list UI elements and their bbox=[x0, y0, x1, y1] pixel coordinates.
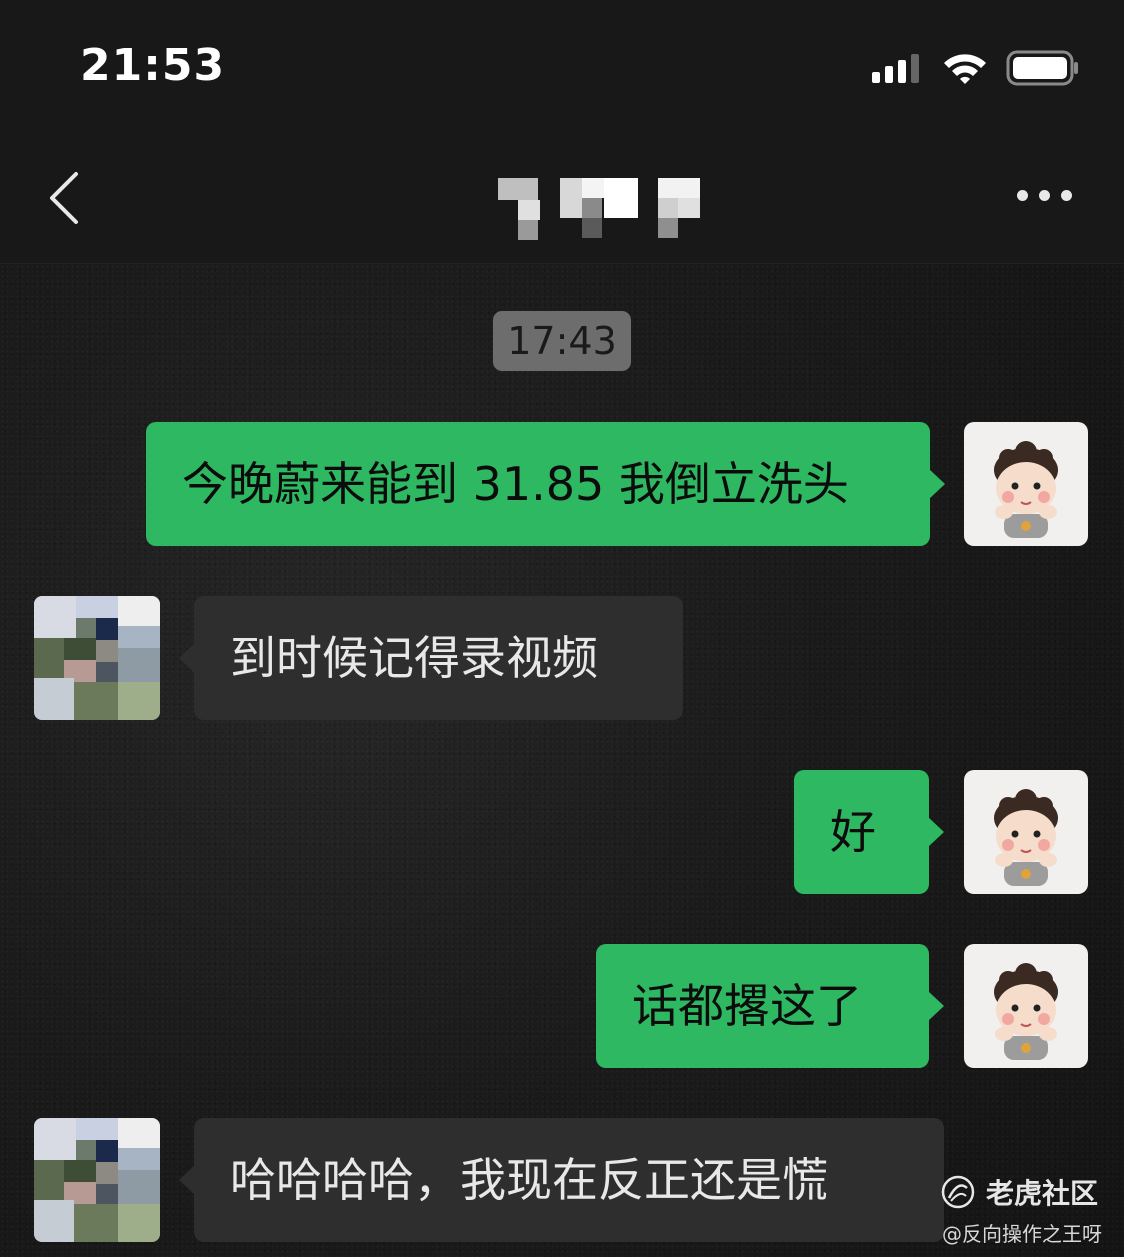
wifi-icon bbox=[944, 54, 986, 84]
message-timestamp: 17:43 bbox=[493, 311, 631, 371]
cellular-signal-icon bbox=[872, 54, 919, 83]
watermark-brand: 老虎社区 bbox=[986, 1177, 1099, 1210]
battery-icon bbox=[1006, 50, 1078, 86]
chat-header bbox=[0, 130, 1124, 264]
mosaic-avatar-icon bbox=[34, 1118, 160, 1242]
cartoon-boy-avatar-icon bbox=[994, 963, 1058, 1060]
cartoon-boy-avatar-icon bbox=[994, 789, 1058, 886]
my-avatar[interactable] bbox=[964, 770, 1088, 894]
contact-avatar-obscured[interactable] bbox=[34, 1118, 160, 1242]
my-avatar[interactable] bbox=[964, 422, 1088, 546]
status-bar: 21:53 bbox=[0, 0, 1124, 130]
cartoon-boy-avatar-icon bbox=[994, 441, 1058, 538]
outgoing-message-bubble[interactable]: 好 bbox=[794, 770, 944, 894]
my-avatar[interactable] bbox=[964, 944, 1088, 1068]
chat-area: 17:43 今晚蔚来能到 31.85 我倒立洗头 到时候记得录视频 好 话都撂这… bbox=[0, 264, 1124, 1257]
mosaic-avatar-icon bbox=[34, 596, 160, 720]
incoming-message-bubble[interactable]: 到时候记得录视频 bbox=[179, 596, 683, 720]
tiger-logo-icon bbox=[941, 1175, 975, 1209]
watermark-user: @反向操作之王呀 bbox=[942, 1222, 1102, 1246]
incoming-message-bubble[interactable]: 哈哈哈哈，我现在反正还是慌 bbox=[179, 1118, 944, 1242]
outgoing-message-bubble[interactable]: 话都撂这了 bbox=[596, 944, 944, 1068]
status-time: 21:53 bbox=[80, 40, 226, 91]
watermark: 老虎社区 bbox=[940, 1172, 1098, 1212]
contact-name-obscured bbox=[498, 178, 700, 240]
more-dots-icon[interactable] bbox=[1017, 190, 1072, 201]
contact-avatar-obscured[interactable] bbox=[34, 596, 160, 720]
outgoing-message-bubble[interactable]: 今晚蔚来能到 31.85 我倒立洗头 bbox=[146, 422, 945, 546]
chevron-left-icon[interactable] bbox=[44, 170, 84, 226]
status-icons bbox=[872, 50, 1080, 86]
